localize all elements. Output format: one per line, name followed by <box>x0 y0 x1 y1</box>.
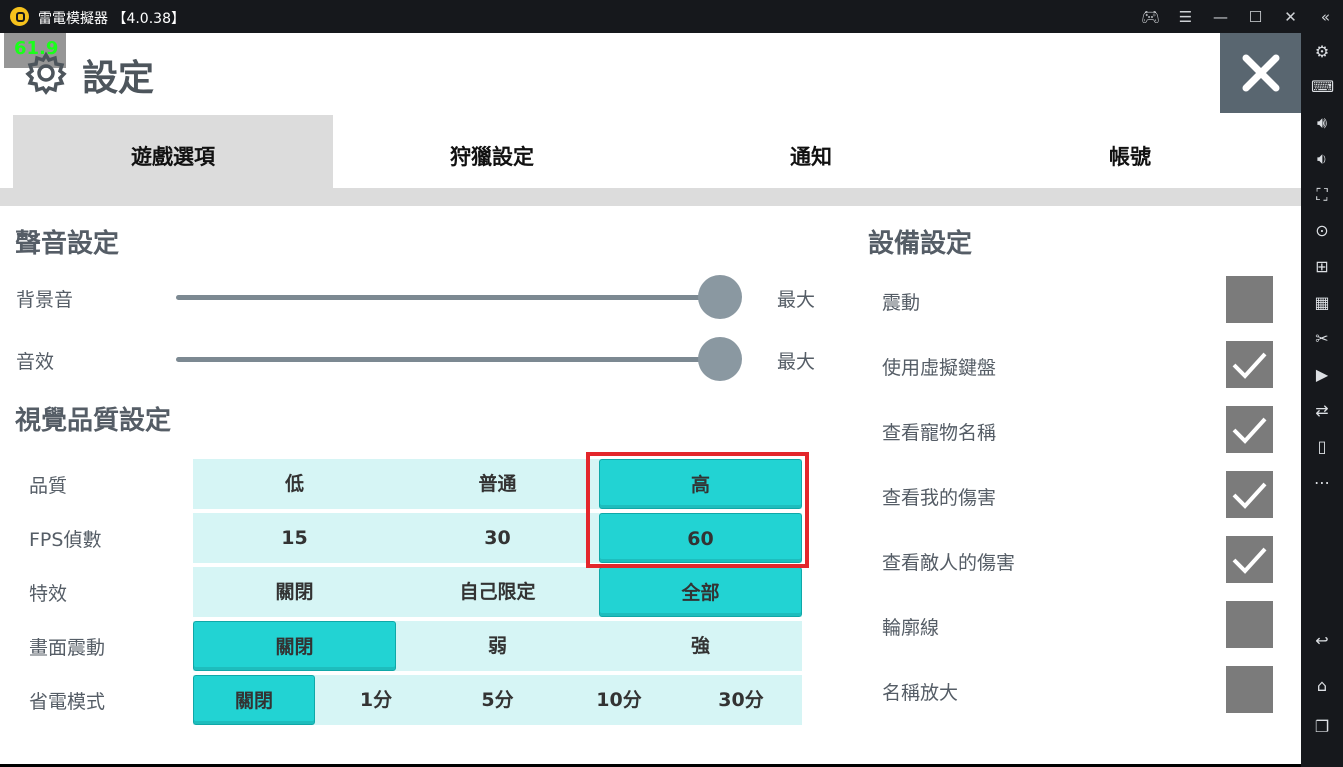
tab-bar: 遊戲選項 狩獵設定 通知 帳號 <box>13 115 1301 188</box>
bgm-value: 最大 <box>777 289 816 311</box>
power-save-options: 關閉 1分 5分 10分 30分 <box>193 675 802 725</box>
effects-label: 特效 <box>29 583 68 605</box>
shake-icon[interactable]: ▯ <box>1311 436 1333 458</box>
volume-up-icon[interactable]: 🔊︎ <box>1311 112 1333 134</box>
device-item-label: 查看敵人的傷害 <box>882 552 1016 574</box>
shake-option-strong[interactable]: 強 <box>599 621 802 671</box>
name-enlarge-checkbox[interactable] <box>1226 666 1273 713</box>
back-icon[interactable]: ↩ <box>1311 630 1333 652</box>
vibration-checkbox[interactable] <box>1226 276 1273 323</box>
device-item-label: 使用虛擬鍵盤 <box>882 357 997 379</box>
video-icon[interactable]: ▶ <box>1311 364 1333 386</box>
power-save-option-1min[interactable]: 1分 <box>315 675 437 725</box>
power-save-label: 省電模式 <box>29 691 106 713</box>
power-save-option-10min[interactable]: 10分 <box>558 675 680 725</box>
recent-apps-icon[interactable]: ❐ <box>1311 716 1333 738</box>
game-settings-screen: 61.9 設定 遊戲選項 狩獵設定 通知 帳號 聲音設定 背景音 最大 音效 最… <box>0 33 1301 764</box>
close-button[interactable] <box>1220 33 1301 113</box>
pet-name-checkbox[interactable] <box>1226 406 1273 453</box>
sound-section-title: 聲音設定 <box>15 229 120 259</box>
more-icon[interactable]: ⋯ <box>1311 472 1333 494</box>
window-controls: 🎮︎ ☰ — ☐ ✕ « <box>1133 0 1343 33</box>
tab-divider <box>0 188 1301 206</box>
device-item-label: 查看寵物名稱 <box>882 422 997 444</box>
device-item-label: 震動 <box>882 292 921 314</box>
scissors-icon[interactable]: ✂ <box>1311 328 1333 350</box>
power-save-option-5min[interactable]: 5分 <box>437 675 558 725</box>
fps-option-30[interactable]: 30 <box>396 513 599 563</box>
effects-options: 關閉 自己限定 全部 <box>193 567 802 617</box>
menu-icon[interactable]: ☰ <box>1168 8 1203 26</box>
close-icon[interactable]: ✕ <box>1273 8 1308 26</box>
sfx-slider[interactable] <box>176 357 720 362</box>
add-window-icon[interactable]: ⊞ <box>1311 256 1333 278</box>
sfx-label: 音效 <box>16 351 55 373</box>
apk-icon[interactable]: ▦ <box>1311 292 1333 314</box>
device-item-label: 名稱放大 <box>882 682 959 704</box>
sync-icon[interactable]: ⇄ <box>1311 400 1333 422</box>
volume-down-icon[interactable]: 🔉︎ <box>1311 148 1333 170</box>
tab-game-options[interactable]: 遊戲選項 <box>13 115 333 188</box>
quality-label: 品質 <box>29 475 68 497</box>
effects-option-off[interactable]: 關閉 <box>193 567 396 617</box>
emulator-titlebar: 雷電模擬器 【4.0.38】 🎮︎ ☰ — ☐ ✕ « <box>0 0 1343 33</box>
power-save-option-off[interactable]: 關閉 <box>193 675 315 725</box>
settings-icon[interactable]: ⚙ <box>1311 41 1333 63</box>
screen-shake-options: 關閉 弱 強 <box>193 621 802 671</box>
checkmark-icon <box>1232 417 1267 444</box>
emulator-sidebar: ⚙ ⌨ 🔊︎ 🔉︎ ⛶ ⊙ ⊞ ▦ ✂ ▶ ⇄ ▯ ⋯ ↩ ⌂ ❐ <box>1301 33 1343 767</box>
screenshot-icon[interactable]: ⛶ <box>1311 184 1333 206</box>
record-icon[interactable]: ⊙ <box>1311 220 1333 242</box>
checkmark-icon <box>1232 482 1267 509</box>
close-x-icon <box>1242 54 1279 92</box>
virtual-keyboard-checkbox[interactable] <box>1226 341 1273 388</box>
gamepad-icon[interactable]: 🎮︎ <box>1133 8 1168 26</box>
app-logo-icon <box>10 7 29 26</box>
effects-option-self[interactable]: 自己限定 <box>396 567 599 617</box>
power-save-option-30min[interactable]: 30分 <box>680 675 802 725</box>
bgm-slider-knob[interactable] <box>698 275 742 319</box>
checkmark-icon <box>1232 352 1267 379</box>
bgm-label: 背景音 <box>16 289 74 311</box>
outline-checkbox[interactable] <box>1226 601 1273 648</box>
sfx-value: 最大 <box>777 351 816 373</box>
sfx-slider-knob[interactable] <box>698 337 742 381</box>
quality-option-low[interactable]: 低 <box>193 459 396 509</box>
visual-section-title: 視覺品質設定 <box>15 406 172 436</box>
annotation-highlight-box <box>586 452 809 568</box>
collapse-icon[interactable]: « <box>1308 8 1343 26</box>
window-title: 雷電模擬器 【4.0.38】 <box>38 11 185 27</box>
home-icon[interactable]: ⌂ <box>1311 675 1333 697</box>
maximize-icon[interactable]: ☐ <box>1238 8 1273 26</box>
page-title: 設定 <box>82 58 155 99</box>
tab-notifications[interactable]: 通知 <box>651 115 971 188</box>
minimize-icon[interactable]: — <box>1203 8 1238 26</box>
fps-label: FPS偵數 <box>29 529 102 551</box>
device-item-label: 查看我的傷害 <box>882 487 997 509</box>
shake-option-off[interactable]: 關閉 <box>193 621 396 671</box>
keyboard-icon[interactable]: ⌨ <box>1311 76 1334 98</box>
device-item-label: 輪廓線 <box>882 617 940 639</box>
my-damage-checkbox[interactable] <box>1226 471 1273 518</box>
tab-account[interactable]: 帳號 <box>970 115 1290 188</box>
tab-hunt-settings[interactable]: 狩獵設定 <box>332 115 652 188</box>
checkmark-icon <box>1232 547 1267 574</box>
fps-option-15[interactable]: 15 <box>193 513 396 563</box>
shake-option-weak[interactable]: 弱 <box>396 621 599 671</box>
effects-option-all[interactable]: 全部 <box>599 567 802 617</box>
device-section-title: 設備設定 <box>868 229 973 259</box>
quality-option-normal[interactable]: 普通 <box>396 459 599 509</box>
enemy-damage-checkbox[interactable] <box>1226 536 1273 583</box>
screen-shake-label: 畫面震動 <box>29 637 106 659</box>
bgm-slider[interactable] <box>176 295 720 300</box>
gear-icon <box>25 51 67 95</box>
